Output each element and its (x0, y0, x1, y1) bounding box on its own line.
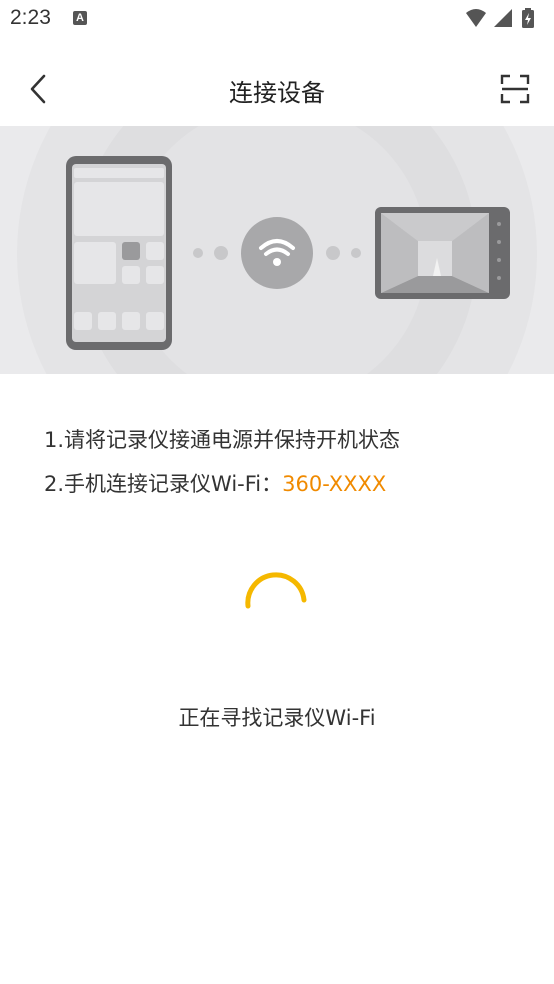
notification-icon: A (73, 11, 87, 25)
status-icons (466, 8, 534, 28)
status-bar: 2:23 A (0, 0, 554, 38)
wifi-signal-icon (466, 9, 486, 27)
instruction-line-2-text: 2.手机连接记录仪Wi-Fi： (44, 472, 283, 496)
page-title: 连接设备 (229, 79, 325, 107)
instruction-line-2: 2.手机连接记录仪Wi-Fi：360-XXXX (44, 468, 386, 498)
instruction-line-1: 1.请将记录仪接通电源并保持开机状态 (44, 428, 401, 452)
cell-signal-icon (494, 9, 512, 27)
phone-icon (66, 156, 172, 350)
connection-illustration (0, 126, 554, 374)
wifi-ssid: 360-XXXX (282, 472, 387, 496)
wifi-icon (241, 217, 313, 289)
dashcam-icon (375, 207, 510, 299)
battery-icon (522, 8, 534, 28)
app-bar: 连接设备 (0, 58, 554, 122)
searching-status-text: 正在寻找记录仪Wi-Fi (178, 706, 376, 730)
illustration-graphic (17, 126, 537, 374)
status-time: 2:23 (10, 6, 51, 29)
scan-icon[interactable] (500, 74, 530, 104)
loading-spinner-icon (245, 572, 307, 609)
